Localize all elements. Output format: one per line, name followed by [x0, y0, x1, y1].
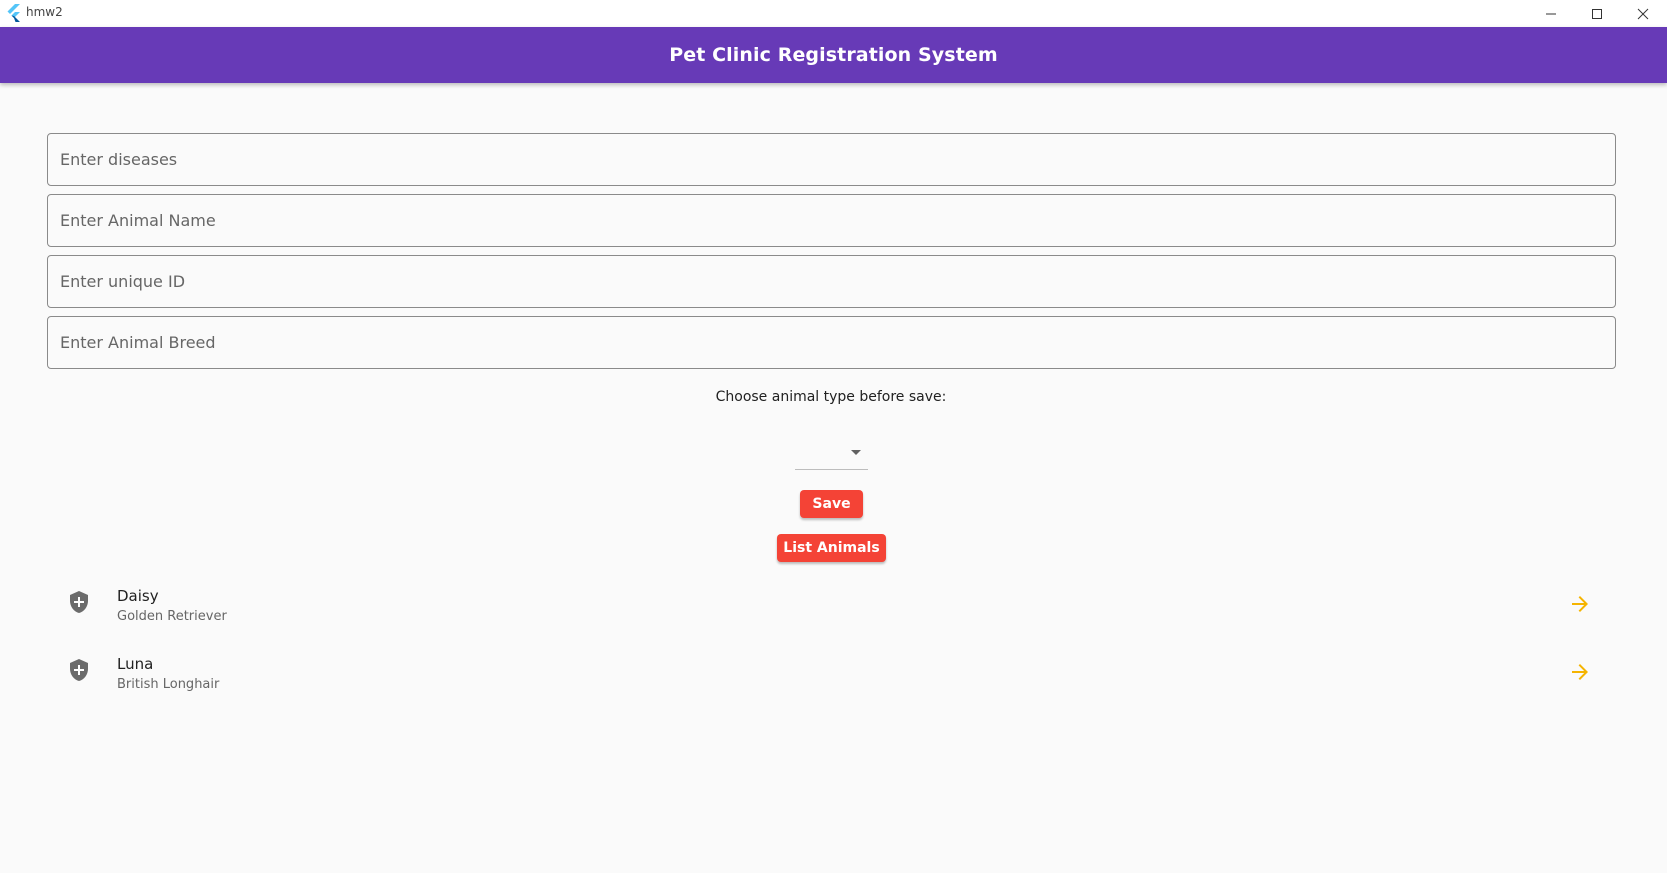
minimize-icon	[1546, 13, 1556, 14]
unique-id-input[interactable]	[48, 256, 1615, 307]
arrow-forward-icon[interactable]	[1568, 660, 1592, 684]
flutter-logo-icon	[7, 4, 20, 22]
diseases-input[interactable]	[48, 134, 1615, 185]
app-window: hmw2 Pet Clinic Registration System Ente…	[0, 0, 1667, 873]
animal-name: Daisy	[117, 587, 159, 605]
shield-plus-icon	[70, 659, 88, 681]
animal-type-dropdown[interactable]	[795, 438, 868, 470]
animal-breed-field	[47, 316, 1616, 369]
title-bar: hmw2	[0, 0, 1667, 27]
dropdown-caret-icon	[851, 450, 861, 455]
close-button[interactable]	[1620, 0, 1666, 27]
app-bar: Pet Clinic Registration System	[0, 27, 1667, 83]
list-animals-button[interactable]: List Animals	[777, 534, 886, 562]
app-bar-title: Pet Clinic Registration System	[669, 44, 998, 66]
animal-breed: Golden Retriever	[117, 609, 227, 624]
animal-name-field	[47, 194, 1616, 247]
diseases-field	[47, 133, 1616, 186]
save-button[interactable]: Save	[800, 490, 863, 518]
animal-name-input[interactable]	[48, 195, 1615, 246]
unique-id-field	[47, 255, 1616, 308]
shield-plus-icon	[70, 591, 88, 613]
animal-breed: British Longhair	[117, 677, 220, 692]
minimize-button[interactable]	[1528, 0, 1574, 27]
maximize-button[interactable]	[1574, 0, 1620, 27]
animal-type-label: Choose animal type before save:	[715, 389, 947, 405]
animal-list-item[interactable]: Daisy Golden Retriever	[47, 570, 1616, 638]
window-title: hmw2	[26, 5, 63, 19]
close-icon	[1637, 8, 1649, 19]
animal-breed-input[interactable]	[48, 317, 1615, 368]
scrollbar-strip	[1662, 27, 1667, 83]
animal-list-item[interactable]: Luna British Longhair	[47, 638, 1616, 706]
arrow-forward-icon[interactable]	[1568, 592, 1592, 616]
animal-name: Luna	[117, 655, 154, 673]
maximize-icon	[1592, 8, 1602, 19]
